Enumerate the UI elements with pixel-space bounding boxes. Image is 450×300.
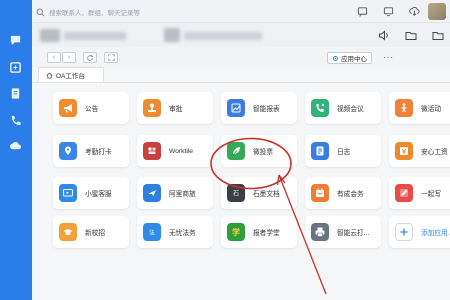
app-center-button[interactable]: 应用中心 xyxy=(327,52,372,64)
shimo-icon: 石 xyxy=(227,184,245,202)
megaphone-icon xyxy=(59,99,77,117)
chart-icon xyxy=(227,99,245,117)
school-icon: 学 xyxy=(227,223,245,241)
app-label: 考勤打卡 xyxy=(85,149,112,156)
search-placeholder: 搜索联系人、群组、聊天记录等 xyxy=(49,10,140,17)
phone-icon[interactable] xyxy=(8,113,23,127)
video-call-icon xyxy=(311,99,329,117)
cloud-icon[interactable] xyxy=(8,138,23,152)
blurred-avatar xyxy=(40,29,60,42)
app-label: 智能云打... xyxy=(337,230,370,237)
location-icon xyxy=(59,142,77,160)
app-tile[interactable]: 视频会议 xyxy=(305,92,381,124)
chat-icon[interactable] xyxy=(8,33,23,47)
svg-text:学: 学 xyxy=(232,227,240,237)
folder-icon[interactable] xyxy=(405,29,417,41)
back-button[interactable]: ‹ xyxy=(47,52,61,63)
app-label: 新校招 xyxy=(85,230,106,237)
app-label: 微投票 xyxy=(253,149,274,156)
top-bar: 搜索联系人、群组、聊天记录等 xyxy=(32,0,450,23)
app-tile[interactable]: 石 石墨文档 xyxy=(221,177,297,209)
app-label: 无忧法务 xyxy=(169,230,196,237)
app-tile[interactable]: Worktile xyxy=(137,135,213,167)
fullscreen-button[interactable] xyxy=(104,52,118,63)
app-tile[interactable]: 日志 xyxy=(305,135,381,167)
add-icon xyxy=(395,223,413,241)
app-tile[interactable]: 智能云打... xyxy=(305,216,381,248)
refresh-button[interactable] xyxy=(83,52,97,63)
svg-text:石: 石 xyxy=(233,190,239,197)
app-tile[interactable]: 法 无忧法务 xyxy=(137,216,213,248)
tab-bar xyxy=(32,23,450,47)
leaf-vote-icon xyxy=(227,142,245,160)
download-icon[interactable] xyxy=(408,5,420,17)
event-icon xyxy=(311,184,329,202)
more-button[interactable]: ··· xyxy=(383,53,394,62)
printer-icon xyxy=(311,223,329,241)
app-tile[interactable]: 学 报者学堂 xyxy=(221,216,297,248)
service-icon xyxy=(59,184,77,202)
apps-icon[interactable] xyxy=(8,60,23,74)
app-label: 微活动 xyxy=(421,106,442,113)
travel-icon xyxy=(143,184,161,202)
folder-icon[interactable] xyxy=(432,29,444,41)
volume-icon[interactable] xyxy=(378,29,390,41)
app-label: 日志 xyxy=(337,149,351,156)
app-tile[interactable]: 添加应用... xyxy=(389,216,450,248)
search-input[interactable]: 搜索联系人、群组、聊天记录等 xyxy=(36,5,226,19)
svg-text:法: 法 xyxy=(149,228,155,236)
app-label: Worktile xyxy=(169,147,194,155)
app-tile[interactable]: 一起写 xyxy=(389,177,450,209)
activity-icon xyxy=(395,99,413,117)
app-tile[interactable]: 公告 xyxy=(53,92,129,124)
app-tile[interactable]: 安心工资 xyxy=(389,135,450,167)
campus-icon xyxy=(59,223,77,241)
cowrite-icon xyxy=(395,184,413,202)
blurred-avatar xyxy=(164,28,180,42)
app-tile[interactable]: 智能报表 xyxy=(221,92,297,124)
app-tile[interactable]: 考勤打卡 xyxy=(53,135,129,167)
search-icon xyxy=(36,8,45,16)
app-tile[interactable]: 阿里商旅 xyxy=(137,177,213,209)
message-icon[interactable] xyxy=(356,5,368,17)
app-label: 安心工资 xyxy=(421,149,448,156)
tab-label: OA工作台 xyxy=(56,73,85,80)
app-label: 阿里商旅 xyxy=(169,191,196,198)
tab-oa-workspace[interactable]: OA工作台 xyxy=(38,67,104,82)
refresh-icon xyxy=(87,54,94,61)
app-tile[interactable]: 审批 xyxy=(137,92,213,124)
app-tile[interactable]: 有成会务 xyxy=(305,177,381,209)
app-tile[interactable]: 新校招 xyxy=(53,216,129,248)
app-label: 视频会议 xyxy=(337,106,364,113)
screen-icon[interactable] xyxy=(382,5,394,17)
app-label: 一起写 xyxy=(421,191,442,198)
home-icon xyxy=(46,72,53,78)
app-label: 添加应用... xyxy=(421,230,450,237)
docs-icon[interactable] xyxy=(8,86,23,100)
app-tile[interactable]: 微活动 xyxy=(389,92,450,124)
app-tile[interactable]: 微投票 xyxy=(221,135,297,167)
app-center-label: 应用中心 xyxy=(341,56,367,63)
app-label: 公告 xyxy=(85,106,99,113)
app-label: 审批 xyxy=(169,106,183,113)
expand-icon xyxy=(107,54,115,61)
salary-icon xyxy=(395,142,413,160)
gear-icon xyxy=(333,55,338,61)
avatar[interactable] xyxy=(428,3,446,20)
stamp-icon xyxy=(143,99,161,117)
app-label: 报者学堂 xyxy=(253,230,280,237)
app-label: 智能报表 xyxy=(253,106,280,113)
log-icon xyxy=(311,142,329,160)
app-label: 石墨文档 xyxy=(253,191,280,198)
legal-icon: 法 xyxy=(143,223,161,241)
worktile-icon xyxy=(143,142,161,160)
blurred-name xyxy=(184,32,262,40)
app-label: 小蜜客服 xyxy=(85,191,112,198)
blurred-name xyxy=(64,32,126,40)
forward-button[interactable]: › xyxy=(62,52,76,63)
app-label: 有成会务 xyxy=(337,191,364,198)
app-tile[interactable]: 小蜜客服 xyxy=(53,177,129,209)
